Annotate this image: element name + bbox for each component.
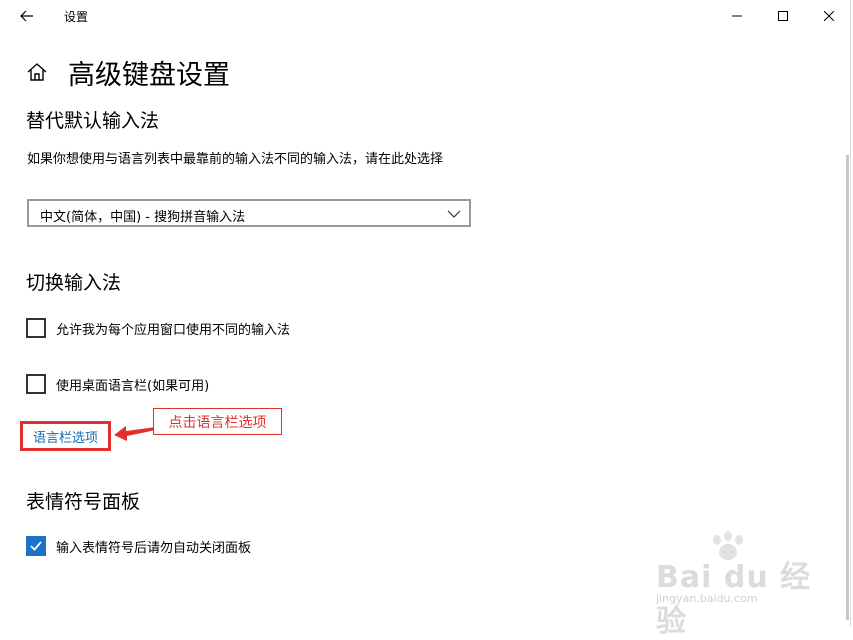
- emoji-panel-checkbox[interactable]: [26, 536, 46, 556]
- emoji-panel-heading: 表情符号面板: [26, 491, 141, 513]
- home-icon[interactable]: [26, 61, 48, 83]
- back-button[interactable]: [10, 2, 44, 30]
- maximize-button[interactable]: [760, 0, 806, 32]
- switch-input-heading: 切换输入法: [26, 272, 122, 294]
- default-input-dropdown[interactable]: 中文(简体，中国) - 搜狗拼音输入法: [27, 199, 471, 227]
- language-bar-options-label: 语言栏选项: [32, 430, 98, 446]
- desktop-language-bar-checkbox[interactable]: [26, 374, 46, 394]
- window-border: [850, 0, 851, 626]
- dropdown-selected-value: 中文(简体，中国) - 搜狗拼音输入法: [40, 210, 246, 225]
- title-bar: 设置: [0, 0, 853, 32]
- emoji-panel-label: 输入表情符号后请勿自动关闭面板: [56, 541, 252, 556]
- checkmark-icon: [30, 541, 42, 551]
- close-button[interactable]: [806, 0, 852, 32]
- scrollbar[interactable]: [846, 155, 849, 620]
- maximize-icon: [778, 11, 788, 21]
- minimize-icon: [732, 15, 742, 17]
- default-input-heading: 替代默认输入法: [26, 110, 160, 132]
- watermark-sub-text: jingyan.baidu.com: [656, 592, 758, 605]
- default-input-description: 如果你想使用与语言列表中最靠前的输入法不同的输入法，请在此处选择: [27, 152, 444, 167]
- language-bar-options-link[interactable]: 语言栏选项: [20, 421, 111, 451]
- per-app-input-label: 允许我为每个应用窗口使用不同的输入法: [56, 323, 291, 338]
- window-title: 设置: [64, 10, 89, 24]
- chevron-down-icon: [447, 210, 461, 218]
- desktop-language-bar-label: 使用桌面语言栏(如果可用): [56, 379, 210, 394]
- per-app-input-checkbox[interactable]: [26, 318, 46, 338]
- baidu-watermark: Bai du 经验 jingyan.baidu.com: [650, 530, 840, 639]
- close-icon: [824, 11, 834, 21]
- annotation-arrow-icon: [114, 426, 156, 441]
- back-arrow-icon: [20, 10, 33, 22]
- annotation-callout: 点击语言栏选项: [153, 408, 282, 435]
- page-title: 高级键盘设置: [68, 60, 230, 91]
- minimize-button[interactable]: [714, 0, 760, 32]
